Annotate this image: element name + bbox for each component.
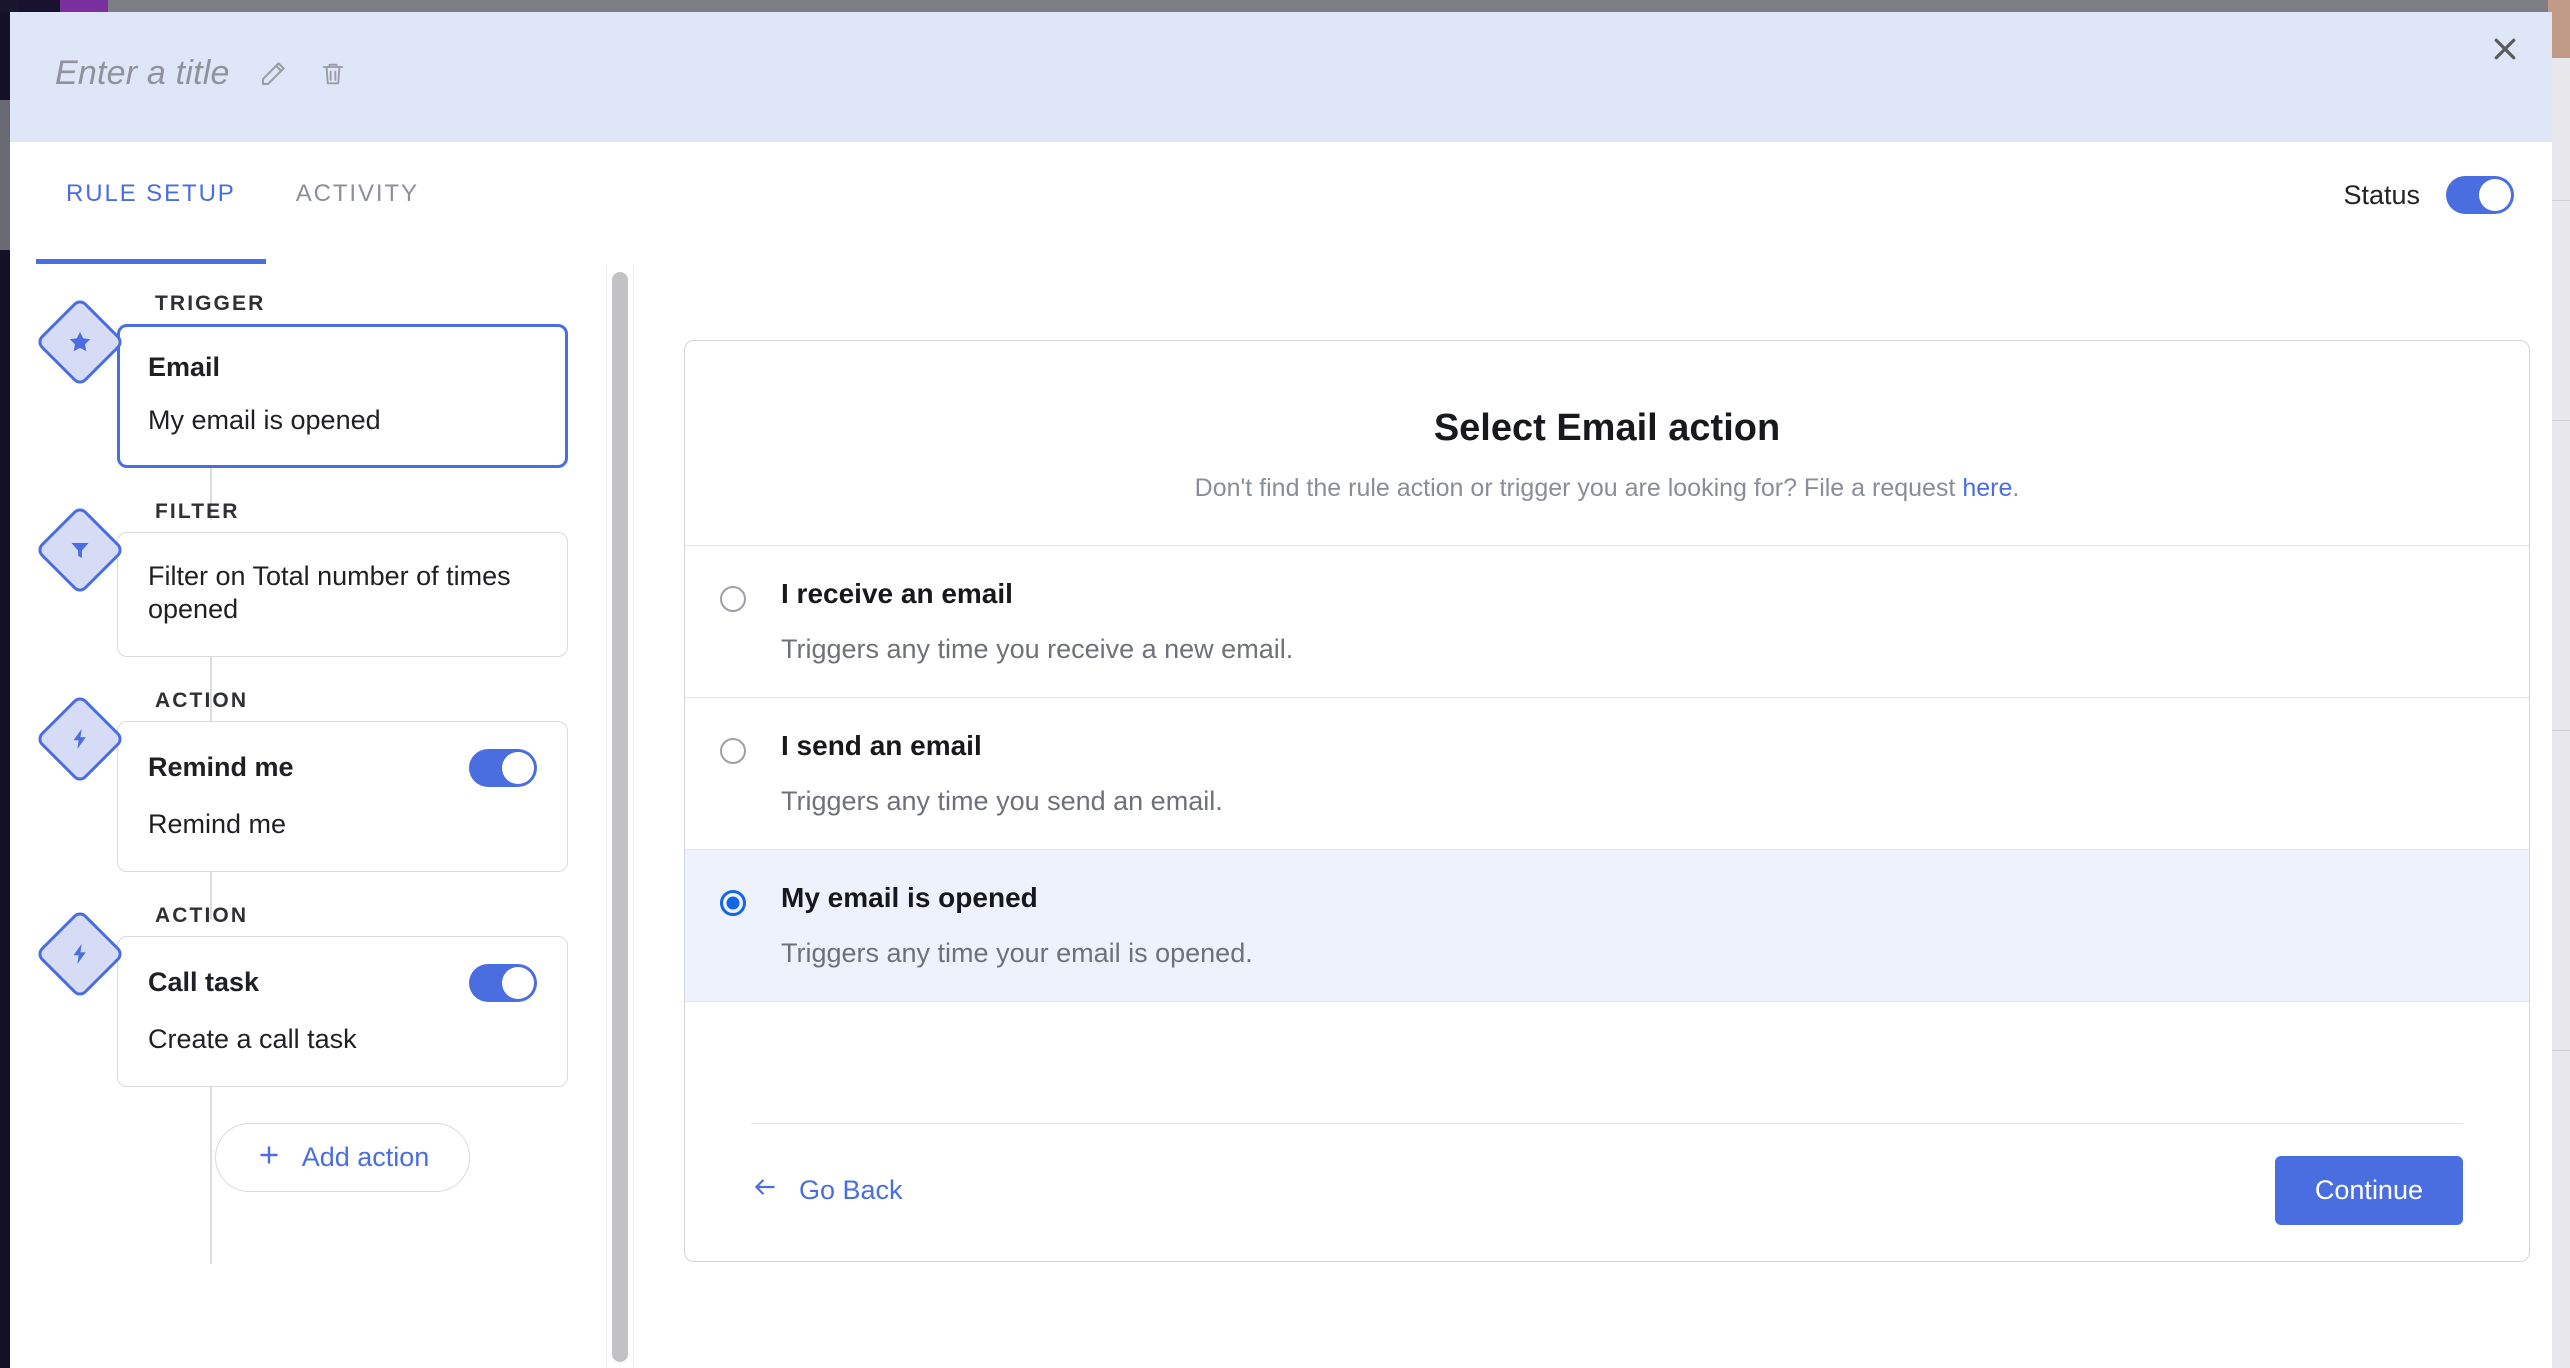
flow-step-kind: FILTER: [155, 499, 240, 523]
tab-rule-setup[interactable]: RULE SETUP: [36, 142, 266, 264]
option-text: My email is opened Triggers any time you…: [781, 884, 2529, 967]
radio-button-icon[interactable]: [720, 890, 746, 916]
status-control: Status: [2343, 176, 2514, 214]
add-action-label: Add action: [301, 1141, 430, 1172]
panel-title: Select Email action: [1433, 407, 1781, 449]
status-toggle-knob: [2479, 179, 2511, 211]
option-title: My email is opened: [781, 882, 1038, 913]
add-action-row: Add action: [10, 1122, 602, 1192]
status-toggle[interactable]: [2446, 176, 2514, 214]
status-label: Status: [2343, 179, 2420, 210]
flow-card-subtitle: Create a call task: [148, 1023, 357, 1054]
tab-bar: RULE SETUP ACTIVITY Status: [10, 142, 2552, 265]
background-toolbar: [0, 0, 2570, 12]
panel-footer: Go Back Continue: [685, 1123, 2529, 1261]
radio-column: [685, 580, 781, 612]
flow-card-header: Call task: [148, 963, 537, 1002]
flow-card-toggle-knob: [502, 966, 534, 999]
sidebar-scrollbar-thumb[interactable]: [612, 272, 628, 1362]
flow-card-trigger[interactable]: Email My email is opened: [117, 324, 568, 468]
flow-card-header: Remind me: [148, 748, 537, 787]
panel-subtitle: Don't find the rule action or trigger yo…: [685, 474, 2529, 503]
bolt-icon: [34, 908, 126, 1000]
option-receive-email[interactable]: I receive an email Triggers any time you…: [685, 546, 2529, 698]
action-options-list: I receive an email Triggers any time you…: [685, 545, 2529, 1002]
option-text: I receive an email Triggers any time you…: [781, 580, 2529, 663]
flow-card-title: Email: [148, 352, 221, 382]
footer-row: Go Back Continue: [685, 1124, 2529, 1261]
option-send-email[interactable]: I send an email Triggers any time you se…: [685, 698, 2529, 850]
action-selection-card: Select Email action Don't find the rule …: [684, 340, 2530, 1262]
go-back-label: Go Back: [799, 1175, 903, 1205]
tab-list: RULE SETUP ACTIVITY: [36, 142, 449, 264]
option-email-opened[interactable]: My email is opened Triggers any time you…: [685, 850, 2529, 1002]
flow-step-kind: ACTION: [155, 688, 249, 712]
flow-step-filter: FILTER Filter on Total number of times o…: [10, 499, 602, 730]
flow-card-toggle[interactable]: [469, 963, 537, 1002]
panel-subtitle-suffix: .: [2012, 474, 2020, 502]
tab-activity[interactable]: ACTIVITY: [266, 142, 449, 264]
plus-icon: [256, 1142, 282, 1173]
flow-card-title: Remind me: [148, 752, 294, 783]
file-request-link[interactable]: here: [1962, 474, 2012, 502]
bolt-icon: [34, 693, 126, 785]
flow-steps: TRIGGER Email My email is opened FILTER …: [10, 264, 602, 1264]
title-row: Enter a title: [55, 54, 350, 93]
add-action-button[interactable]: Add action: [214, 1122, 471, 1192]
option-description: Triggers any time your email is opened.: [781, 938, 1253, 968]
sidebar-scrollbar[interactable]: [606, 264, 634, 1368]
flow-card-header: Email: [148, 352, 537, 383]
rule-title-input[interactable]: Enter a title: [55, 54, 230, 93]
flow-card-action-remind-me[interactable]: Remind me Remind me: [117, 720, 568, 872]
rule-editor-modal: Enter a title RULE SETUP ACTIVITY Status…: [10, 12, 2552, 1368]
radio-column: [685, 732, 781, 764]
pencil-icon[interactable]: [256, 57, 290, 91]
star-icon: [34, 296, 126, 388]
modal-header: Enter a title: [10, 12, 2552, 142]
action-selection-area: Select Email action Don't find the rule …: [634, 264, 2552, 1368]
continue-button[interactable]: Continue: [2274, 1156, 2463, 1225]
flow-card-toggle-knob: [502, 751, 534, 784]
flow-card-filter[interactable]: Filter on Total number of times opened: [117, 531, 568, 657]
rule-flow-sidebar: TRIGGER Email My email is opened FILTER …: [10, 264, 602, 1368]
flow-step-action-call-task: ACTION Call task Create a call task: [10, 903, 602, 1264]
flow-card-toggle[interactable]: [469, 748, 537, 787]
flow-step-trigger: TRIGGER Email My email is opened: [10, 292, 602, 520]
option-text: I send an email Triggers any time you se…: [781, 732, 2529, 815]
close-icon[interactable]: [2482, 26, 2528, 72]
go-back-button[interactable]: Go Back: [751, 1174, 903, 1207]
option-title: I send an email: [781, 730, 982, 761]
flow-step-kind: ACTION: [155, 903, 249, 927]
arrow-left-icon: [751, 1174, 779, 1207]
flow-card-action-call-task[interactable]: Call task Create a call task: [117, 935, 568, 1087]
option-title: I receive an email: [781, 578, 1013, 609]
flow-step-action-remind-me: ACTION Remind me Remind me: [10, 688, 602, 919]
modal-body: TRIGGER Email My email is opened FILTER …: [10, 264, 2552, 1368]
flow-card-subtitle: Remind me: [148, 808, 287, 839]
radio-button-icon[interactable]: [720, 586, 746, 612]
flow-step-kind: TRIGGER: [155, 292, 266, 315]
flow-card-subtitle: Filter on Total number of times opened: [148, 560, 511, 624]
panel-subtitle-text: Don't find the rule action or trigger yo…: [1194, 474, 1963, 502]
radio-column: [685, 884, 781, 916]
trash-icon[interactable]: [316, 57, 350, 91]
funnel-icon: [34, 504, 126, 596]
option-description: Triggers any time you receive a new emai…: [781, 634, 1294, 664]
flow-card-title: Call task: [148, 967, 260, 998]
flow-card-subtitle: My email is opened: [148, 405, 381, 435]
radio-button-icon[interactable]: [720, 738, 746, 764]
option-description: Triggers any time you send an email.: [781, 786, 1223, 816]
